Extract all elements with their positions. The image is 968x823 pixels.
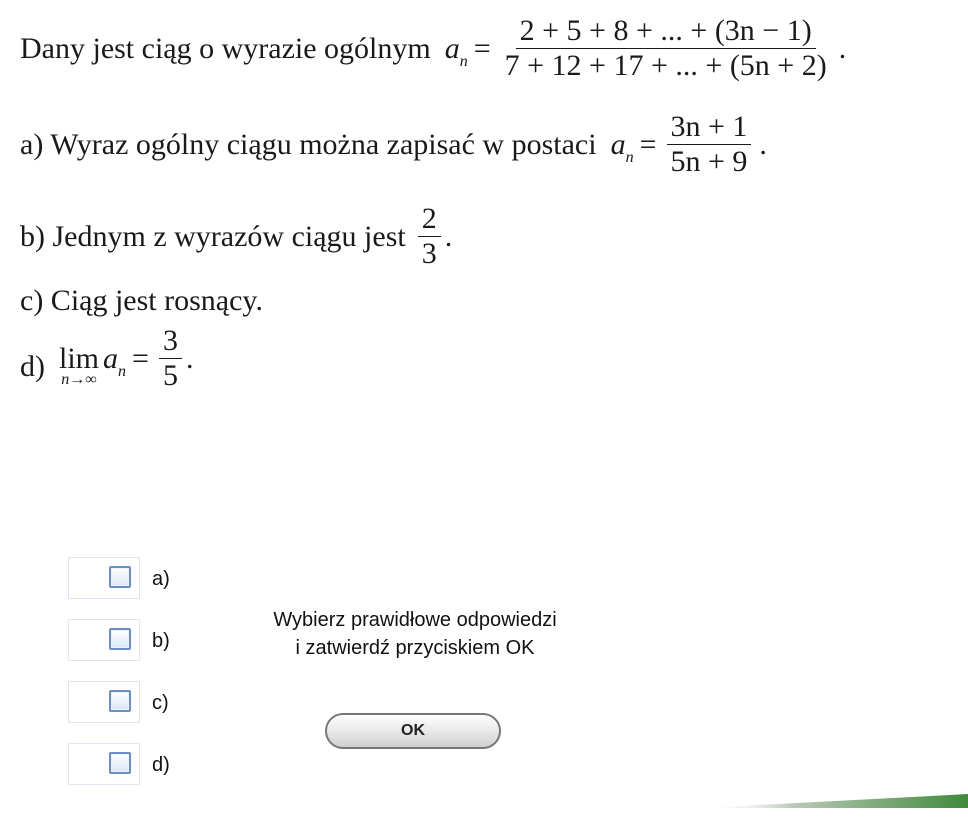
option-d-statement: d) lim n→∞ an = 3 5 . bbox=[20, 324, 194, 401]
option-b-fraction: 2 3 bbox=[417, 202, 441, 271]
checkbox-b-frame bbox=[68, 619, 140, 661]
fraction-denominator: 7 + 12 + 17 + ... + (5n + 2) bbox=[504, 49, 827, 82]
n-subscript: n bbox=[118, 362, 127, 380]
fraction-denominator: 5n + 9 bbox=[670, 145, 748, 178]
a-variable: a bbox=[444, 31, 460, 65]
a-variable: a bbox=[610, 127, 626, 161]
n-subscript: n bbox=[459, 52, 468, 70]
equals-sign: = bbox=[132, 341, 149, 375]
sequence-term: an bbox=[103, 341, 126, 380]
fraction-numerator: 3 bbox=[158, 324, 182, 359]
fraction-numerator: 3n + 1 bbox=[666, 110, 752, 145]
fraction-numerator: 2 + 5 + 8 + ... + (3n − 1) bbox=[515, 14, 816, 49]
checkbox-c-label[interactable]: c) bbox=[152, 692, 169, 715]
n-subscript: n bbox=[625, 148, 634, 166]
option-d-prefix: d) bbox=[20, 349, 45, 383]
checkbox-c-frame bbox=[68, 681, 140, 723]
checkbox-a-label[interactable]: a) bbox=[152, 568, 170, 591]
period: . bbox=[759, 127, 767, 161]
a-variable: a bbox=[103, 341, 119, 375]
limit-operator: lim n→∞ bbox=[59, 341, 100, 388]
option-b-text: b) Jednym z wyrazów ciągu jest bbox=[20, 219, 406, 253]
instruction-text: Wybierz prawidłowe odpowiedzi i zatwierd… bbox=[230, 606, 600, 662]
checkbox-b[interactable] bbox=[109, 628, 131, 650]
option-b-statement: b) Jednym z wyrazów ciągu jest 2 3 . bbox=[20, 202, 452, 271]
period: . bbox=[444, 219, 453, 253]
checkbox-c[interactable] bbox=[109, 690, 131, 712]
option-d-fraction: 3 5 bbox=[158, 324, 182, 393]
option-c-statement: c) Ciąg jest rosnący. bbox=[20, 284, 263, 318]
option-a-text: a) Wyraz ogólny ciągu można zapisać w po… bbox=[20, 127, 597, 161]
sequence-term: an bbox=[610, 127, 634, 166]
lim-subscript: n→∞ bbox=[61, 370, 97, 388]
option-c-text: c) Ciąg jest rosnący. bbox=[20, 284, 263, 317]
equals-sign: = bbox=[473, 31, 491, 65]
period: . bbox=[838, 31, 847, 65]
checkbox-b-label[interactable]: b) bbox=[152, 630, 170, 653]
fraction-denominator: 3 bbox=[421, 237, 437, 270]
fraction-numerator: 2 bbox=[417, 202, 441, 237]
instruction-line-1: Wybierz prawidłowe odpowiedzi bbox=[273, 609, 557, 631]
checkbox-d[interactable] bbox=[109, 752, 131, 774]
checkbox-a[interactable] bbox=[109, 566, 131, 588]
checkbox-a-frame bbox=[68, 557, 140, 599]
option-a-fraction: 3n + 1 5n + 9 bbox=[666, 110, 752, 179]
decorative-green-bar bbox=[700, 794, 968, 808]
period: . bbox=[185, 341, 194, 375]
checkbox-d-label[interactable]: d) bbox=[152, 754, 170, 777]
ok-button[interactable]: OK bbox=[325, 713, 501, 749]
option-a-statement: a) Wyraz ogólny ciągu można zapisać w po… bbox=[20, 110, 767, 179]
checkbox-d-frame bbox=[68, 743, 140, 785]
lim-text: lim bbox=[59, 341, 100, 375]
question-intro-text: Dany jest ciąg o wyrazie ogólnym bbox=[20, 31, 431, 65]
fraction-denominator: 5 bbox=[162, 359, 178, 392]
instruction-line-2: i zatwierdź przyciskiem OK bbox=[295, 637, 535, 659]
general-term-fraction: 2 + 5 + 8 + ... + (3n − 1) 7 + 12 + 17 +… bbox=[501, 14, 831, 83]
equals-sign: = bbox=[639, 127, 657, 161]
sequence-term: an bbox=[444, 31, 468, 70]
question-stem: Dany jest ciąg o wyrazie ogólnym an = 2 … bbox=[20, 14, 846, 83]
